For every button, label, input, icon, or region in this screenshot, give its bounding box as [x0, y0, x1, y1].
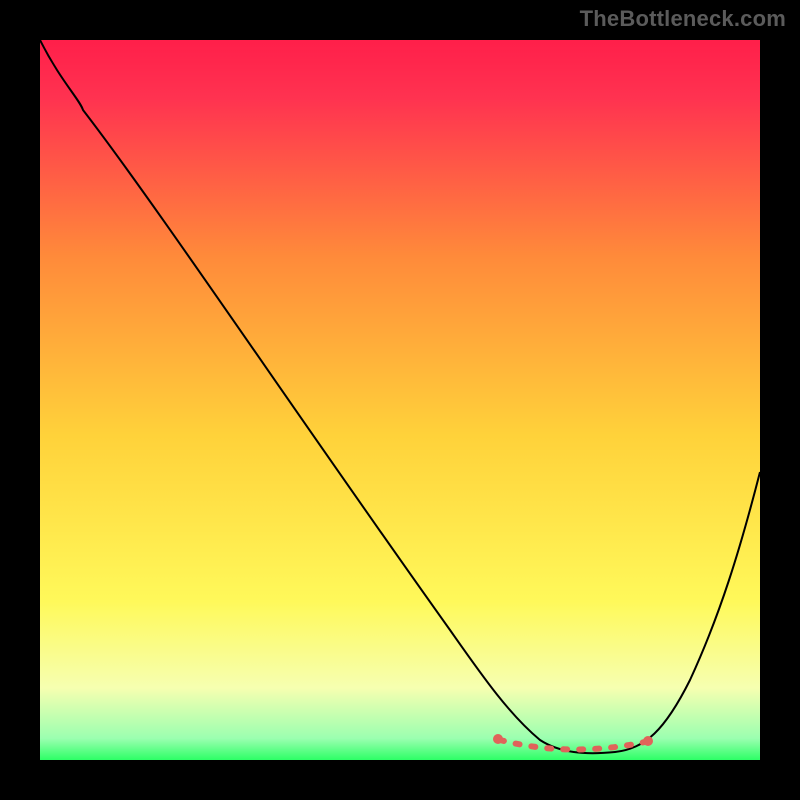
attribution-label: TheBottleneck.com	[580, 6, 786, 32]
plot-area	[40, 40, 760, 760]
chart-frame: TheBottleneck.com	[0, 0, 800, 800]
chart-svg	[40, 40, 760, 760]
optimal-range-start-dot-icon	[493, 734, 503, 744]
gradient-background	[40, 40, 760, 760]
optimal-range-end-dot-icon	[643, 736, 653, 746]
